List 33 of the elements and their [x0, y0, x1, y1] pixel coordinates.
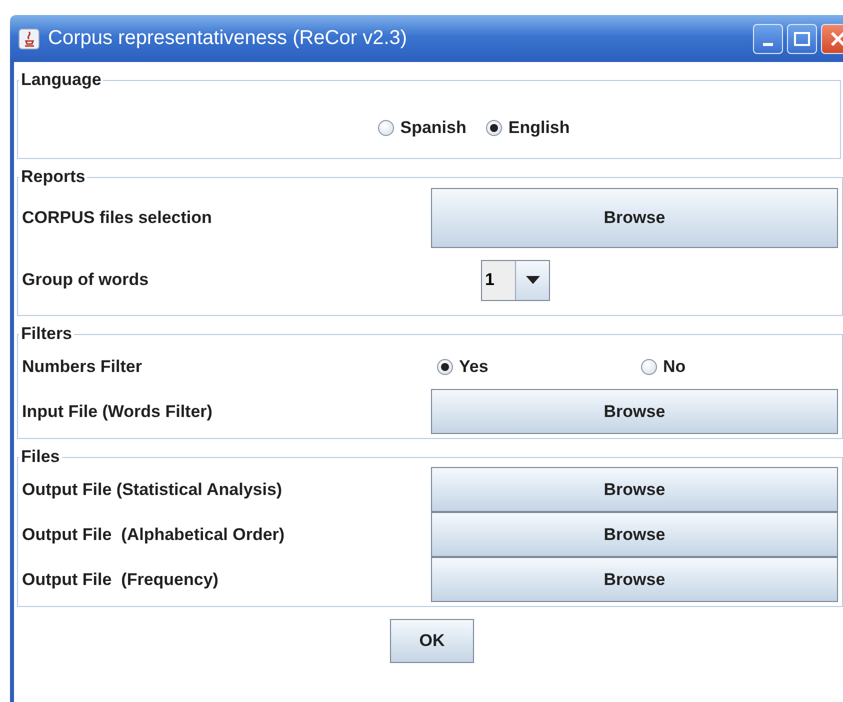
group-dropdown[interactable]: 1 — [481, 260, 550, 300]
field-label: Output File (Frequency) — [22, 570, 218, 590]
maximize-icon — [794, 32, 810, 46]
field-label: Input File (Words Filter) — [22, 402, 212, 422]
field-label: Output File (Alphabetical Order) — [22, 524, 285, 544]
minimize-button[interactable] — [753, 24, 783, 54]
radio-label[interactable]: English — [508, 118, 570, 138]
radio-label[interactable]: No — [663, 356, 686, 376]
field-label: CORPUS files selection — [22, 208, 212, 228]
window-title: Corpus representativeness (ReCor v2.3) — [48, 27, 408, 50]
radio-button[interactable] — [641, 358, 657, 374]
ok-button[interactable]: OK — [390, 619, 474, 663]
section-legend: Filters — [19, 324, 74, 344]
field-label: Numbers Filter — [22, 356, 142, 376]
field-label: Output File (Statistical Analysis) — [22, 480, 282, 500]
close-icon — [829, 30, 843, 48]
field-label: Group of words — [22, 270, 149, 290]
section-legend: Language — [19, 70, 104, 90]
browse-button[interactable]: Browse — [431, 389, 838, 434]
maximize-button[interactable] — [787, 24, 817, 54]
section-legend: Reports — [19, 167, 88, 187]
browse-button[interactable]: Browse — [431, 188, 838, 248]
browse-button[interactable]: Browse — [431, 557, 838, 602]
minimize-icon — [763, 43, 773, 46]
radio-button[interactable] — [378, 120, 394, 136]
radio-button[interactable] — [486, 120, 502, 136]
radio-button[interactable] — [437, 358, 453, 374]
caret-icon — [526, 276, 540, 284]
browse-button[interactable]: Browse — [431, 467, 838, 512]
radio-label[interactable]: Spanish — [400, 118, 466, 138]
section-legend: Files — [19, 447, 62, 467]
radio-label[interactable]: Yes — [459, 356, 488, 376]
browse-button[interactable]: Browse — [431, 512, 838, 557]
